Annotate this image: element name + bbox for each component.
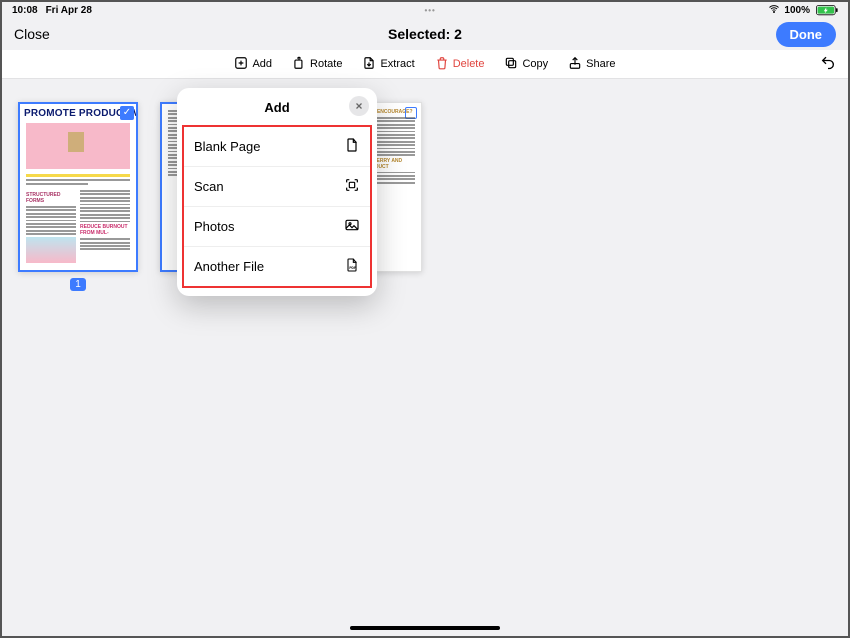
close-icon[interactable]	[349, 96, 369, 116]
extract-icon	[362, 56, 376, 73]
checkmark-icon	[120, 106, 134, 120]
delete-label: Delete	[453, 58, 485, 70]
add-options-list: Blank Page Scan Photos Another File PDF	[182, 125, 372, 288]
popover-title: Add	[264, 100, 289, 115]
status-date: Fri Apr 28	[46, 5, 92, 16]
photos-icon	[344, 217, 360, 236]
rotate-icon	[292, 56, 306, 73]
option-label: Scan	[194, 179, 224, 194]
scan-icon	[344, 177, 360, 196]
copy-icon	[504, 56, 518, 73]
rotate-button[interactable]: Rotate	[292, 56, 342, 73]
wifi-icon	[768, 3, 780, 18]
battery-icon	[814, 5, 838, 16]
copy-button[interactable]: Copy	[504, 56, 548, 73]
share-button[interactable]: Share	[568, 56, 615, 73]
add-blank-page[interactable]: Blank Page	[184, 127, 370, 166]
page-icon	[344, 137, 360, 156]
share-label: Share	[586, 58, 615, 70]
rotate-label: Rotate	[310, 58, 342, 70]
share-icon	[568, 56, 582, 73]
extract-button[interactable]: Extract	[362, 56, 414, 73]
navigation-bar: Close Selected: 2 Done	[2, 18, 848, 50]
page-title: Selected: 2	[388, 26, 462, 42]
add-popover: Add Blank Page Scan Photos Another File …	[177, 88, 377, 296]
add-label: Add	[252, 58, 272, 70]
add-button[interactable]: Add	[234, 56, 272, 73]
option-label: Another File	[194, 259, 264, 274]
add-scan[interactable]: Scan	[184, 166, 370, 206]
battery-percent: 100%	[784, 5, 810, 16]
page-thumbnail-1[interactable]: PROMOTE PRODUCTIVITY STRUCTURED FORMS RE…	[18, 102, 138, 291]
page-grid: PROMOTE PRODUCTIVITY STRUCTURED FORMS RE…	[2, 78, 848, 315]
add-another-file[interactable]: Another File PDF	[184, 246, 370, 286]
svg-text:PDF: PDF	[349, 266, 356, 270]
app-frame: 10:08 Fri Apr 28 ••• 100% Close Selected…	[0, 0, 850, 638]
done-button[interactable]: Done	[776, 22, 837, 47]
doc-image	[26, 123, 130, 169]
copy-label: Copy	[522, 58, 548, 70]
toolbar: Add Rotate Extract Delete Copy Share	[2, 50, 848, 78]
multitask-dots[interactable]: •••	[424, 6, 435, 15]
page-number: 1	[70, 278, 86, 291]
trash-icon	[435, 56, 449, 73]
extract-label: Extract	[380, 58, 414, 70]
delete-button[interactable]: Delete	[435, 56, 485, 73]
pdf-file-icon: PDF	[344, 257, 360, 276]
status-bar: 10:08 Fri Apr 28 ••• 100%	[2, 2, 848, 18]
option-label: Photos	[194, 219, 234, 234]
doc-heading: PROMOTE PRODUCTIVITY	[20, 104, 136, 121]
plus-square-icon	[234, 56, 248, 73]
home-indicator[interactable]	[350, 626, 500, 630]
add-photos[interactable]: Photos	[184, 206, 370, 246]
option-label: Blank Page	[194, 139, 261, 154]
close-button[interactable]: Close	[14, 26, 50, 42]
status-time: 10:08	[12, 5, 38, 16]
undo-button[interactable]	[820, 55, 836, 74]
